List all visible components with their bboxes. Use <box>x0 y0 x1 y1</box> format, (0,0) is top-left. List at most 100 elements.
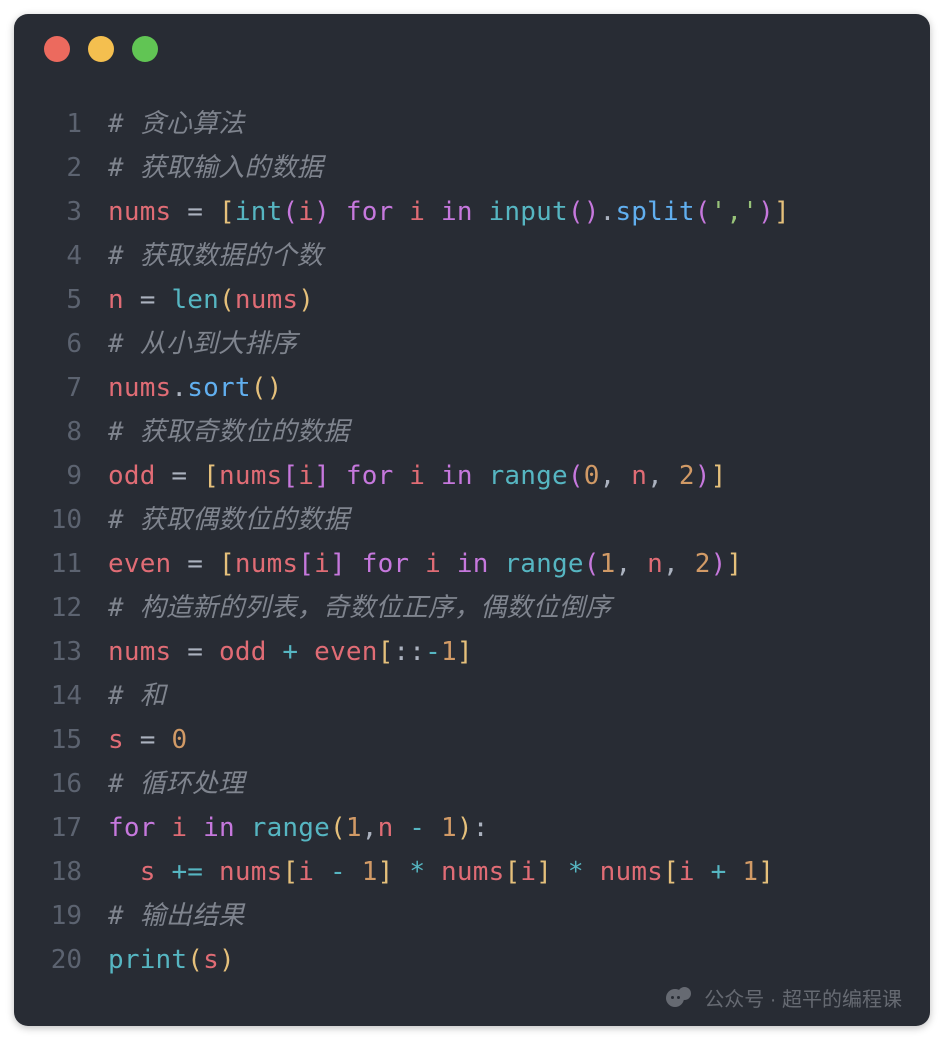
code-token <box>203 857 219 887</box>
code-token: n <box>631 461 647 491</box>
code-token: for <box>108 813 156 843</box>
code-token: ] <box>536 857 552 887</box>
code-token: i <box>409 197 425 227</box>
code-content: nums = [int(i) for i in input().split(',… <box>108 190 790 234</box>
line-number: 18 <box>14 850 108 894</box>
code-token: in <box>441 197 473 227</box>
code-content: print(s) <box>108 938 235 982</box>
code-token: # 从小到大排序 <box>108 329 297 359</box>
code-line: 8# 获取奇数位的数据 <box>14 410 930 454</box>
line-number: 20 <box>14 938 108 982</box>
code-token: 1 <box>441 813 457 843</box>
code-token <box>156 725 172 755</box>
line-number: 15 <box>14 718 108 762</box>
code-token: nums <box>108 637 171 667</box>
code-content: # 获取输入的数据 <box>108 146 323 190</box>
code-token: ( <box>584 549 600 579</box>
code-token: ( <box>282 197 298 227</box>
code-token: : <box>409 637 425 667</box>
code-token: 1 <box>742 857 758 887</box>
code-line: 3nums = [int(i) for i in input().split('… <box>14 190 930 234</box>
code-token <box>393 857 409 887</box>
code-token: nums <box>108 373 171 403</box>
line-number: 17 <box>14 806 108 850</box>
code-token: nums <box>219 461 282 491</box>
code-token: ( <box>695 197 711 227</box>
code-token: # 贪心算法 <box>108 109 245 139</box>
code-token <box>489 549 505 579</box>
code-token: ) <box>711 549 727 579</box>
code-content: nums.sort() <box>108 366 282 410</box>
window-close-dot[interactable] <box>44 36 70 62</box>
code-content: s += nums[i - 1] * nums[i] * nums[i + 1] <box>108 850 774 894</box>
window-zoom-dot[interactable] <box>132 36 158 62</box>
code-token <box>441 549 457 579</box>
code-token: ) <box>584 197 600 227</box>
code-token: * <box>568 857 584 887</box>
code-content: # 获取奇数位的数据 <box>108 410 349 454</box>
code-token: + <box>711 857 727 887</box>
code-content: odd = [nums[i] for i in range(0, n, 2)] <box>108 454 726 498</box>
line-number: 14 <box>14 674 108 718</box>
code-token <box>552 857 568 887</box>
code-token: ) <box>758 197 774 227</box>
code-token <box>156 285 172 315</box>
code-token: , <box>663 549 695 579</box>
code-token: range <box>504 549 583 579</box>
code-token: range <box>251 813 330 843</box>
code-token <box>203 549 219 579</box>
code-token: sort <box>187 373 250 403</box>
line-number: 3 <box>14 190 108 234</box>
code-token: = <box>187 549 203 579</box>
code-token <box>235 813 251 843</box>
code-token: ] <box>758 857 774 887</box>
code-token: [ <box>203 461 219 491</box>
window-titlebar <box>14 14 930 84</box>
code-token: ) <box>314 197 330 227</box>
code-token <box>425 197 441 227</box>
code-token <box>203 637 219 667</box>
code-token: # 输出结果 <box>108 901 245 931</box>
code-token: , <box>362 813 378 843</box>
code-token: split <box>615 197 694 227</box>
code-token: input <box>489 197 568 227</box>
code-line: 4# 获取数据的个数 <box>14 234 930 278</box>
code-token: even <box>314 637 377 667</box>
code-token: + <box>282 637 298 667</box>
code-token: print <box>108 945 187 975</box>
code-token: ] <box>457 637 473 667</box>
code-token: s <box>140 857 156 887</box>
code-token: : <box>393 637 409 667</box>
code-token: ] <box>378 857 394 887</box>
code-token: [ <box>504 857 520 887</box>
code-token <box>203 197 219 227</box>
code-line: 15s = 0 <box>14 718 930 762</box>
code-token: 1 <box>441 637 457 667</box>
line-number: 19 <box>14 894 108 938</box>
code-token: nums <box>235 549 298 579</box>
code-line: 16# 循环处理 <box>14 762 930 806</box>
code-token <box>108 857 140 887</box>
code-token <box>124 285 140 315</box>
window-minimize-dot[interactable] <box>88 36 114 62</box>
code-line: 5n = len(nums) <box>14 278 930 322</box>
code-token: 2 <box>695 549 711 579</box>
code-token <box>330 461 346 491</box>
code-token <box>473 461 489 491</box>
code-token: i <box>171 813 187 843</box>
code-token <box>171 549 187 579</box>
code-content: # 和 <box>108 674 166 718</box>
code-area: 1# 贪心算法2# 获取输入的数据3nums = [int(i) for i i… <box>14 84 930 982</box>
code-token: = <box>171 461 187 491</box>
code-token: i <box>314 549 330 579</box>
code-line: 7nums.sort() <box>14 366 930 410</box>
line-number: 9 <box>14 454 108 498</box>
watermark: 公众号 · 超平的编程课 <box>666 983 902 1012</box>
code-content: # 获取偶数位的数据 <box>108 498 349 542</box>
code-line: 18 s += nums[i - 1] * nums[i] * nums[i +… <box>14 850 930 894</box>
code-token: nums <box>108 197 171 227</box>
code-token: i <box>298 857 314 887</box>
code-token: i <box>520 857 536 887</box>
code-token: - <box>425 637 441 667</box>
code-line: 1# 贪心算法 <box>14 102 930 146</box>
